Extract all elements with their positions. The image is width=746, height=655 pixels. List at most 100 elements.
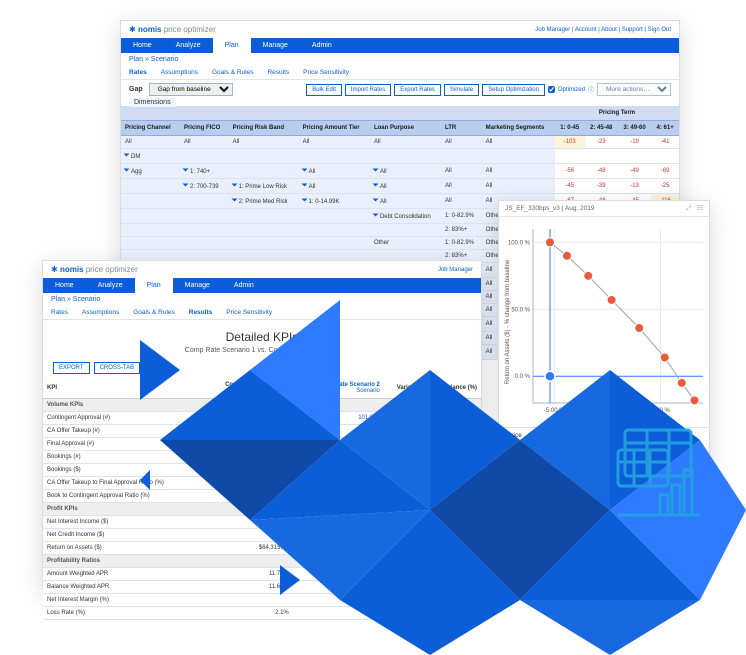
expand-icon[interactable] [182, 184, 188, 187]
col-header[interactable]: Pricing Amount Tier [299, 121, 370, 136]
nav-manage[interactable]: Manage [251, 38, 300, 53]
simulate-button[interactable]: Simulate [444, 84, 479, 96]
chart-settings-icon[interactable]: ☷ [697, 205, 703, 212]
expand-icon[interactable] [372, 184, 378, 187]
subnav-rates[interactable]: Rates [51, 309, 68, 316]
term-cell[interactable]: -45 [555, 179, 585, 194]
data-point[interactable] [563, 251, 572, 260]
col-header[interactable]: Marketing Segments [482, 121, 555, 136]
subnav-price-sensitivity[interactable]: Price Sensitivity [303, 69, 349, 76]
subnav-goals[interactable]: Goals & Rules [212, 69, 254, 76]
term-cell[interactable]: -56 [555, 164, 585, 179]
expand-icon[interactable] [372, 214, 378, 217]
link-job-manager[interactable]: Job Manager [438, 267, 473, 273]
term-cell[interactable]: -25 [651, 179, 679, 194]
rates-row[interactable]: AllAllAllAllAllAllAll-103-23-19-41 [121, 136, 679, 149]
col-header[interactable]: LTR [441, 121, 482, 136]
subnav-results[interactable]: Results [267, 69, 289, 76]
term-cell[interactable]: -49 [618, 164, 651, 179]
data-point[interactable] [677, 378, 686, 387]
term-cell[interactable] [585, 149, 618, 164]
term-cell[interactable]: -19 [618, 136, 651, 149]
rates-cell [299, 209, 370, 224]
baseline-point[interactable] [545, 371, 555, 381]
kpi-cell: Return on Assets ($) [43, 542, 202, 555]
term-cell[interactable]: -39 [585, 179, 618, 194]
nav-manage[interactable]: Manage [173, 278, 222, 293]
col-header[interactable]: Pricing FICO [180, 121, 229, 136]
col-header[interactable]: Pricing Channel [121, 121, 180, 136]
term-cell[interactable] [555, 149, 585, 164]
expand-icon[interactable] [372, 199, 378, 202]
data-point[interactable] [635, 324, 644, 333]
rates-row[interactable]: DM [121, 149, 679, 164]
subnav-results[interactable]: Results [189, 309, 212, 316]
nav-analyze[interactable]: Analyze [164, 38, 213, 53]
term-cell[interactable] [651, 149, 679, 164]
nav-admin[interactable]: Admin [300, 38, 344, 53]
nav-plan[interactable]: Plan [135, 278, 173, 293]
term-cell[interactable]: -41 [651, 136, 679, 149]
nav-plan[interactable]: Plan [213, 38, 251, 53]
expand-icon[interactable] [182, 169, 188, 172]
data-point[interactable] [690, 396, 699, 405]
term-col-header[interactable]: 1: 0-45 [555, 121, 585, 136]
import-rates-button[interactable]: Import Rates [345, 84, 391, 96]
link-account[interactable]: Account [572, 27, 597, 33]
link-about[interactable]: About [598, 27, 617, 33]
term-cell[interactable] [618, 149, 651, 164]
export-rates-button[interactable]: Export Rates [394, 84, 441, 96]
expand-icon[interactable] [124, 154, 130, 157]
crosstab-button[interactable]: CROSS-TAB [94, 362, 141, 374]
term-cell[interactable]: -48 [585, 164, 618, 179]
subnav-price-sensitivity[interactable]: Price Sensitivity [226, 309, 272, 316]
nav-home[interactable]: Home [43, 278, 86, 293]
expand-icon[interactable] [301, 199, 307, 202]
nav-admin[interactable]: Admin [222, 278, 266, 293]
data-point[interactable] [660, 353, 669, 362]
filter-select[interactable]: 1: Prime Low Risk, 2: Prime… [507, 447, 701, 457]
subnav-goals[interactable]: Goals & Rules [133, 309, 175, 316]
subnav-rates[interactable]: Rates [129, 69, 147, 76]
term-col-header[interactable]: 2: 45-48 [585, 121, 618, 136]
expand-icon[interactable] [231, 184, 237, 187]
data-point[interactable] [584, 271, 593, 280]
expand-icon[interactable] [301, 184, 307, 187]
bulk-edit-button[interactable]: Bulk Edit [306, 84, 342, 96]
link-sign-out[interactable]: Sign Out [644, 27, 671, 33]
kpi-cell: Book to Contingent Approval Ratio (%) [43, 490, 202, 503]
expand-icon[interactable] [231, 199, 237, 202]
gap-select[interactable]: Gap from baseline [149, 83, 233, 96]
expand-icon[interactable] [372, 169, 378, 172]
export-button[interactable]: EXPORT [53, 362, 90, 374]
link-job-manager[interactable]: Job Manager [535, 27, 570, 33]
optimized-toggle[interactable]: Optimized ⓘ [548, 85, 594, 94]
rates-cell [180, 224, 229, 237]
term-cell[interactable]: -23 [585, 136, 618, 149]
rates-row[interactable]: Agg1: 740+AllAllAllAll-56-48-49-69 [121, 164, 679, 179]
subnav-assumptions[interactable]: Assumptions [161, 69, 198, 76]
term-cell[interactable]: -69 [651, 164, 679, 179]
term-cell[interactable]: -13 [618, 179, 651, 194]
rates-cell [180, 149, 229, 164]
expand-icon[interactable] [301, 169, 307, 172]
subnav-assumptions[interactable]: Assumptions [82, 309, 119, 316]
link-support[interactable]: Support [618, 27, 642, 33]
rates-cell: 2: 83%+ [441, 224, 482, 237]
dimensions-chip[interactable]: Dimensions [129, 98, 176, 107]
setup-optimization-button[interactable]: Setup Optimization [482, 84, 545, 96]
rates-row[interactable]: 2: 700-7391: Prime Low RiskAllAllAllAll-… [121, 179, 679, 194]
col-header[interactable]: Pricing Risk Band [229, 121, 299, 136]
data-point[interactable] [607, 295, 616, 304]
kpi-cell: 2.1% [202, 607, 293, 620]
term-col-header[interactable]: 4: 61+ [651, 121, 679, 136]
expand-icon[interactable] [124, 169, 130, 172]
col-header[interactable]: Loan Purpose [370, 121, 441, 136]
term-col-header[interactable]: 3: 49-60 [618, 121, 651, 136]
more-actions-select[interactable]: More actions… [597, 83, 671, 96]
term-cell[interactable]: -103 [555, 136, 585, 149]
nav-analyze[interactable]: Analyze [86, 278, 135, 293]
data-point[interactable] [546, 238, 555, 247]
nav-home[interactable]: Home [121, 38, 164, 53]
chart-expand-icon[interactable]: ⤢ [686, 205, 691, 212]
